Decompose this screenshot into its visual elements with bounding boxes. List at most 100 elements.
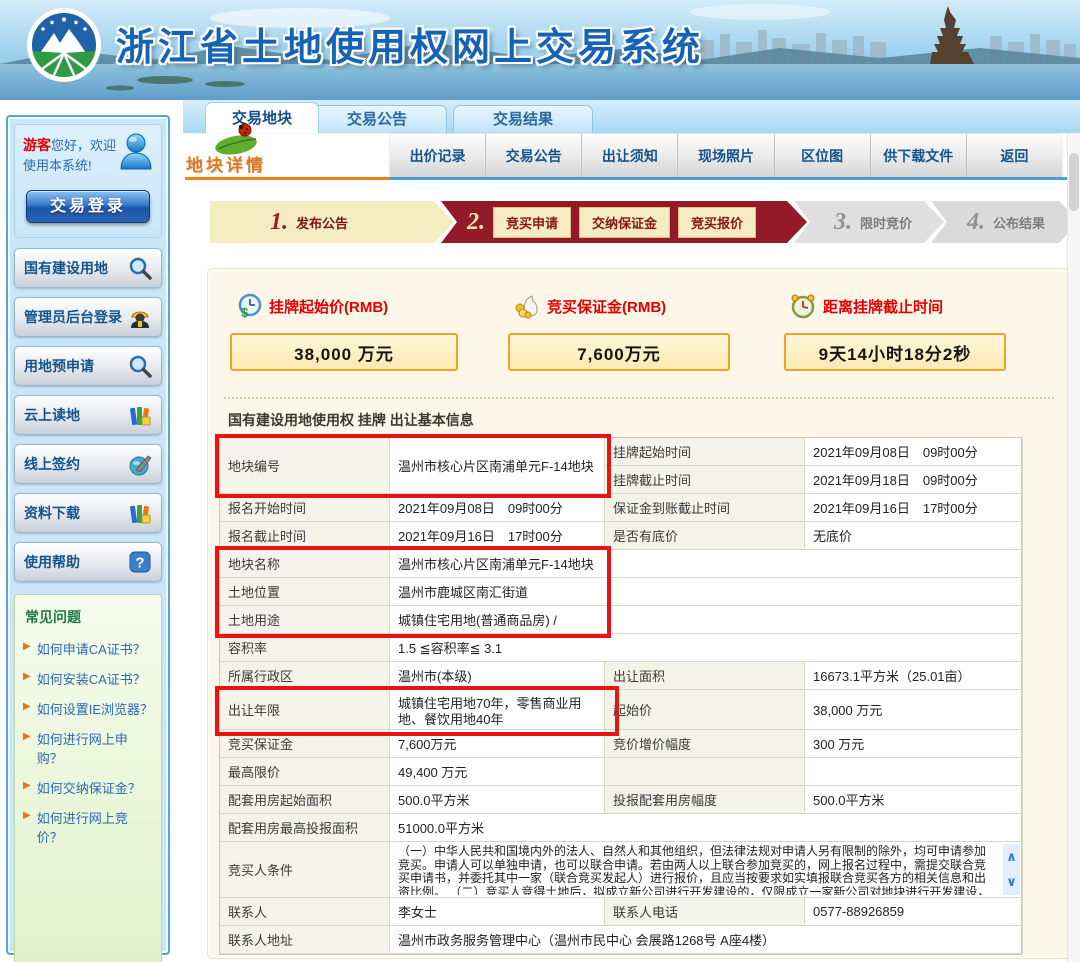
step-4-results: 4. 公布结果 [931,201,1079,243]
admin-icon [128,305,152,329]
table-label-cell: 容积率 [220,634,390,662]
app-root: 浙江省土地使用权网上交易系统 交易地块 交易公告 交易结果 游客您好，欢迎 使用… [0,0,1080,962]
table-label-cell: 竞买保证金 [220,730,390,758]
cell-scrollbar[interactable]: ∧ ∨ [1003,844,1020,895]
plot-info-table-wrap: 地块编号 温州市核心片区南浦单元F-14地块 挂牌起始时间 2021年09月08… [219,437,1022,955]
table-label-cell: 所属行政区 [220,662,390,690]
bullet-arrow-icon: ▶ [23,639,31,655]
nav-transfer-notice-button[interactable]: 出让须知 [581,134,677,177]
table-label-cell: 报名开始时间 [220,494,390,522]
table-label-cell: 联系人 [220,898,390,926]
table-label-cell: 配套用房最高投报面积 [220,814,390,842]
progress-steps: 1. 发布公告 2. 竞买申请 交纳保证金 竞买报价 3. 限时竞价 4. 公布… [210,201,1079,243]
sidebar: 游客您好，欢迎 使用本系统! 交易登录 国有建设用地 管理员后台登录 用地预申请 [6,115,170,955]
sidebar-item-state-owned-land[interactable]: 国有建设用地 [14,248,162,288]
table-value-cell: 2021年09月08日 09时00分 [805,438,1023,466]
nav-underline [390,177,1080,180]
faq-link-online-purchase[interactable]: ▶如何进行网上申购？ [23,729,153,767]
table-value-cell: 7,600万元 [390,730,605,758]
sidebar-item-online-signing[interactable]: 线上签约 [14,444,162,484]
table-value-cell: 49,400 万元 [390,758,605,786]
sidebar-item-cloud-land-reading[interactable]: 云上读地 [14,395,162,435]
nav-announcement-button[interactable]: 交易公告 [485,134,581,177]
faq-link-pay-deposit[interactable]: ▶如何交纳保证金？ [23,778,153,797]
table-label-cell: 出让面积 [605,662,805,690]
table-label-cell: 地块编号 [220,438,390,494]
table-label-cell: 是否有底价 [605,522,805,550]
guest-label: 游客 [23,137,51,153]
svg-text:?: ? [135,555,144,572]
faq-link-online-bidding[interactable]: ▶如何进行网上竞价？ [23,808,153,846]
bid-application-button[interactable]: 竞买申请 [493,207,571,238]
table-label-cell: 投报配套用房幅度 [605,786,805,814]
table-label-cell: 出让年限 [220,690,390,730]
detail-nav-bar: 出价记录 交易公告 出让须知 现场照片 区位图 供下载文件 返回 [390,134,1062,177]
table-value-cell: 温州市核心片区南浦单元F-14地块 [390,438,605,494]
table-label-cell: 土地位置 [220,578,390,606]
help-icon: ? [128,550,152,574]
metric-start-price: $ 挂牌起始价(RMB) 38,000 万元 [230,293,458,371]
sidebar-item-land-pre-application[interactable]: 用地预申请 [14,346,162,386]
nav-site-photos-button[interactable]: 现场照片 [677,134,773,177]
metric-countdown: 距离挂牌截止时间 9天14小时18分2秒 [784,293,1006,371]
table-label-cell: 起始价 [605,690,805,730]
table-label-cell: 报名截止时间 [220,522,390,550]
plot-info-table: 地块编号 温州市核心片区南浦单元F-14地块 挂牌起始时间 2021年09月08… [219,437,1022,955]
basic-info-section-title: 国有建设用地使用权 挂牌 出让基本信息 [228,410,474,430]
trade-login-button[interactable]: 交易登录 [26,190,150,223]
start-price-value: 38,000 万元 [230,333,458,371]
title-underline [185,177,390,180]
table-label-cell: 最高限价 [220,758,390,786]
user-greeting-box: 游客您好，欢迎 使用本系统! 交易登录 [14,124,162,238]
table-label-cell: 土地用途 [220,606,390,634]
table-label-cell: 地块名称 [220,550,390,578]
nav-download-files-button[interactable]: 供下载文件 [870,134,966,177]
sign-pen-icon [128,452,152,476]
pay-deposit-button[interactable]: 交纳保证金 [579,207,670,238]
sidebar-item-help[interactable]: 使用帮助 ? [14,542,162,582]
bid-deposit-value: 7,600万元 [508,333,730,371]
table-label-cell: 保证金到账截止时间 [605,494,805,522]
user-avatar-icon [117,131,155,171]
table-value-cell: 51000.0平方米 [390,814,1023,842]
nav-location-map-button[interactable]: 区位图 [774,134,870,177]
table-value-cell: 无底价 [805,522,1023,550]
scroll-up-icon[interactable]: ∧ [1006,852,1017,862]
search-icon [128,256,152,280]
faq-link-ie-settings[interactable]: ▶如何设置IE浏览器？ [23,699,153,718]
scroll-down-icon[interactable]: ∨ [1006,877,1017,887]
table-label-cell: 挂牌起始时间 [605,438,805,466]
bidder-conditions-text: （一）中华人民共和国境内外的法人、自然人和其他组织，但法律法规对申请人另有限制的… [398,845,996,895]
bullet-arrow-icon: ▶ [23,808,31,824]
page-scrollbar[interactable] [1067,133,1080,962]
step-3-timed-bidding: 3. 限时竞价 [794,201,944,243]
faq-link-apply-ca[interactable]: ▶如何申请CA证书？ [23,639,153,658]
bullet-arrow-icon: ▶ [23,729,31,745]
money-bag-icon [514,293,540,319]
tab-trade-announcements[interactable]: 交易公告 [307,105,447,133]
table-label-cell: 竞价增价幅度 [605,730,805,758]
bid-offer-button[interactable]: 竞买报价 [678,207,756,238]
faq-title: 常见问题 [25,607,153,627]
app-title: 浙江省土地使用权网上交易系统 [116,16,704,71]
faq-panel: 常见问题 ▶如何申请CA证书？ ▶如何安装CA证书？ ▶如何设置IE浏览器？ ▶… [14,594,162,962]
sidebar-item-admin-login[interactable]: 管理员后台登录 [14,297,162,337]
tab-trade-results[interactable]: 交易结果 [453,105,593,133]
books-icon [128,501,152,525]
table-value-cell: 城镇住宅用地70年，零售商业用地、餐饮用地40年 [390,690,605,730]
table-empty-cell [805,758,1023,786]
sidebar-item-downloads[interactable]: 资料下载 [14,493,162,533]
nav-bid-records-button[interactable]: 出价记录 [390,134,485,177]
table-value-cell: 500.0平方米 [390,786,605,814]
table-label-cell: 配套用房起始面积 [220,786,390,814]
bullet-arrow-icon: ▶ [23,669,31,685]
page-scrollbar-thumb[interactable] [1069,153,1079,211]
table-empty-cell [605,758,805,786]
table-value-cell: 2021年09月16日 17时00分 [805,494,1023,522]
table-label-cell: 联系人地址 [220,926,390,954]
table-value-cell: 1.5 ≦容积率≦ 3.1 [390,634,1023,662]
faq-link-install-ca[interactable]: ▶如何安装CA证书？ [23,669,153,688]
nav-back-button[interactable]: 返回 [966,134,1062,177]
table-value-cell: 温州市核心片区南浦单元F-14地块 [390,550,1023,578]
table-value-cell: 2021年09月16日 17时00分 [390,522,605,550]
